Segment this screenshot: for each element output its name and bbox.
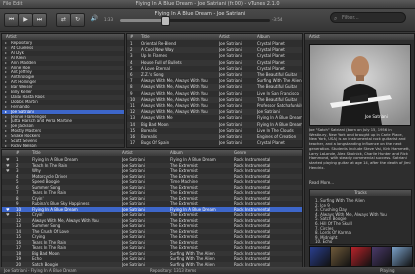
col-title[interactable]: Title: [32, 150, 41, 156]
time-elapsed: 1:33: [104, 17, 113, 22]
table-row[interactable]: 17 Bugs Of Spain Joe Satriani Crystal Plane…: [127, 140, 302, 147]
sidebar-item[interactable]: ▸ Ricky Nelson: [2, 143, 124, 148]
next-icon: ⏭: [36, 16, 43, 23]
artist-info-panel: Artist Joe Satriani Joe "Satch" Satriani…: [304, 33, 415, 268]
progress-fill: [120, 19, 164, 22]
bottom-tracks-header: # Title Artist Album Genre: [2, 150, 302, 156]
col-artist[interactable]: Artist: [219, 34, 230, 40]
time-remaining: -3:54: [272, 17, 283, 22]
search-icon: ⌕: [334, 15, 338, 22]
play-button[interactable]: ▶: [18, 13, 33, 27]
window-title: Flying In A Blue Dream - Joe Satriani (f…: [135, 1, 280, 7]
col-genre[interactable]: Genre: [234, 150, 246, 156]
status-now-playing: Joe Satriani - Flying In A Blue Dream: [4, 268, 77, 273]
read-more-link[interactable]: Read More...: [309, 180, 334, 185]
track-title: Bugs Of Spain: [141, 140, 170, 146]
prev-button[interactable]: ⏮: [4, 13, 19, 27]
album-cover-3[interactable]: [350, 246, 372, 267]
status-bar: Joe Satriani - Flying In A Blue Dream Re…: [0, 267, 415, 274]
status-state: Playing: [380, 268, 395, 273]
next-button[interactable]: ⏭: [32, 13, 47, 27]
shuffle-button[interactable]: ⇄: [56, 13, 71, 27]
now-playing-label: Flying In A Blue Dream - Joe Satriani: [154, 11, 246, 17]
col-title[interactable]: Title: [141, 34, 150, 40]
artist-name: Joe Satriani: [365, 114, 388, 119]
folder-icon: ▸: [5, 143, 8, 148]
progress-knob[interactable]: [160, 16, 170, 26]
col-album[interactable]: Album: [170, 150, 183, 156]
col-num[interactable]: #: [16, 150, 19, 156]
album-cover-4[interactable]: [370, 246, 393, 267]
shuffle-icon: ⇄: [60, 16, 67, 23]
volume-icon: 🔊: [90, 15, 99, 22]
album-cover-5[interactable]: [391, 246, 413, 267]
sidebar-item-label: Ricky Nelson: [11, 143, 37, 148]
sidebar-header: Artist: [2, 34, 124, 40]
repeat-icon: ↻: [74, 16, 81, 23]
top-tracks-header: # Title Artist Album: [127, 34, 302, 40]
album-tracklist: Tracks 1. Surfing With The Alien 2. Ice 9…: [309, 189, 412, 245]
album-cover-2[interactable]: [329, 246, 352, 267]
repeat-button[interactable]: ↻: [70, 13, 85, 27]
track-num: 17: [130, 140, 136, 146]
search-input[interactable]: Filter...: [330, 12, 406, 23]
col-album[interactable]: Album: [257, 34, 270, 40]
prev-icon: ⏮: [8, 16, 15, 23]
album-cover-1[interactable]: [309, 246, 331, 267]
play-icon: ▶: [23, 16, 28, 23]
artist-photo: [309, 44, 411, 126]
top-tracks-table: # Title Artist Album 1 Oriental Re-Blend J…: [126, 33, 303, 148]
artist-panel-header: Artist: [305, 34, 414, 40]
col-num[interactable]: #: [130, 34, 133, 40]
track-artist: Joe Satriani: [219, 140, 242, 146]
status-count: Repository: 1313 items: [150, 268, 197, 273]
tracklist-header: Tracks: [310, 190, 411, 196]
col-artist[interactable]: Artist: [122, 150, 133, 156]
bottom-tracks-table: # Title Artist Album Genre ♥ 1 Flying In A…: [1, 149, 303, 268]
album-track-item[interactable]: 10. Echo: [315, 239, 332, 244]
artist-bio: Joe "Satch" Satriani (born on July 15, 1…: [309, 128, 411, 170]
track-album: Crystal Planet: [257, 140, 285, 146]
volume-button[interactable]: 🔊: [88, 13, 101, 25]
sidebar: Artist ▸ Repository ▸ At Clueless ▸ Al Dyk ▸ Al…: [1, 33, 125, 148]
